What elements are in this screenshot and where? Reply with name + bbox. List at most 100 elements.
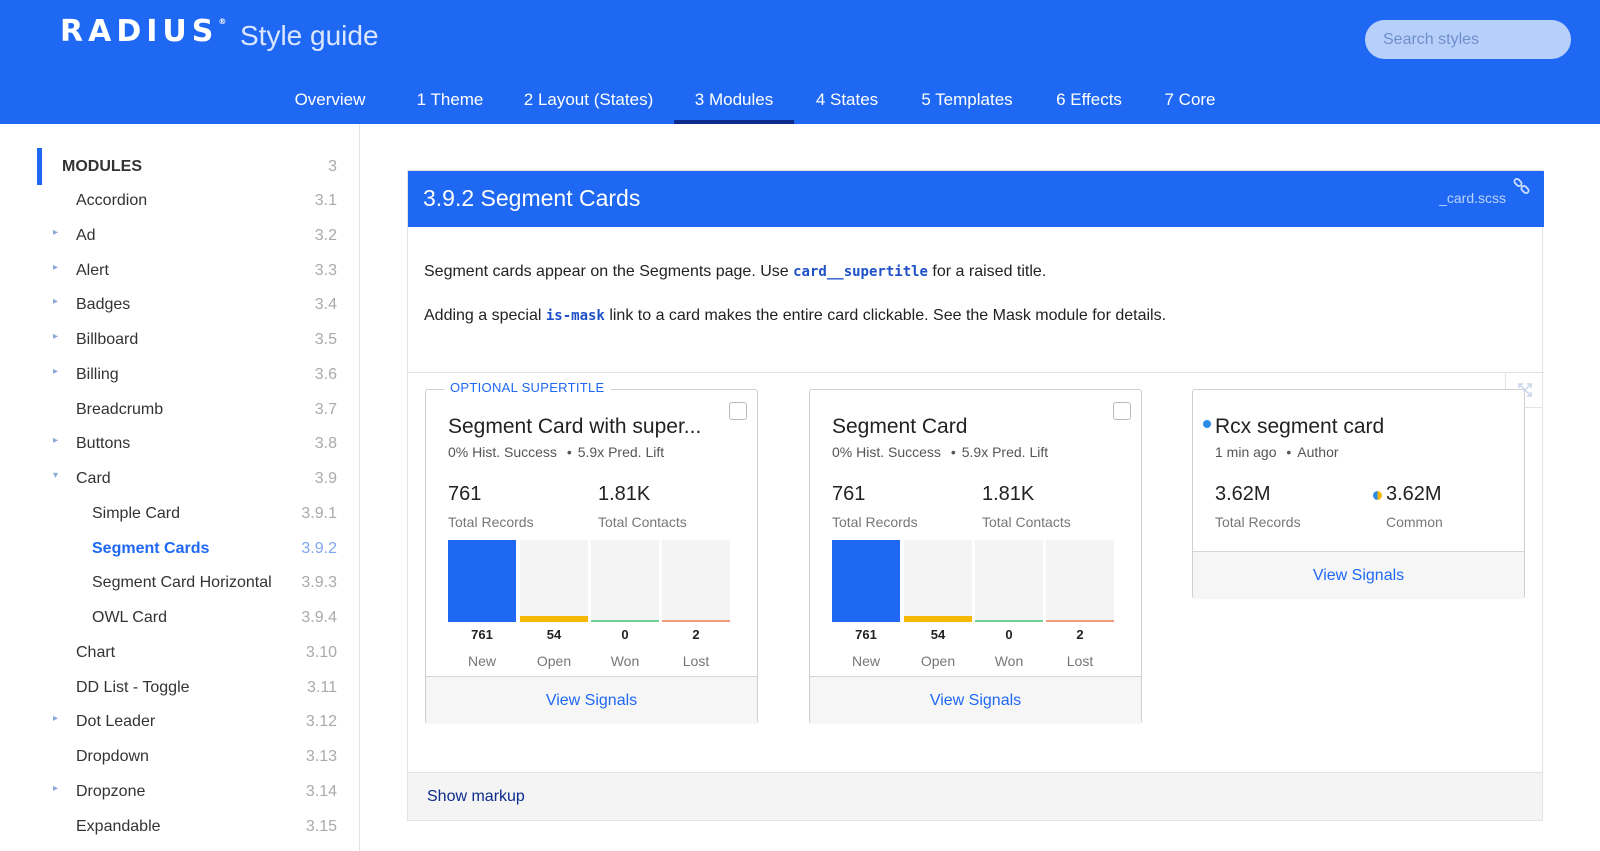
divider [408,372,1544,373]
sidebar-item-label: Segment Cards [92,539,210,557]
sidebar-item-badges[interactable]: ▸ Badges 3.4 [37,288,337,322]
sidebar-item-breadcrumb[interactable]: Breadcrumb 3.7 [37,393,337,427]
checkbox-icon[interactable] [1113,402,1131,420]
tab-overview[interactable]: Overview [281,80,379,124]
bar-track-new [832,540,900,622]
bullet-separator: • [950,444,956,460]
desc1-text-end: for a raised title. [927,263,1047,280]
segment-card-with-supertitle[interactable]: OPTIONAL SUPERTITLE Segment Card with su… [425,380,758,724]
sidebar-item-label: DD List - Toggle [76,678,190,696]
metric-value-records: 761 [448,483,482,505]
segment-cards-section: 3.9.2 Segment Cards _card.scss Segment c… [407,170,1544,821]
header: RADIUS® Style guide Overview 1 Theme 2 L… [0,0,1600,124]
sidebar-item-dot-leader[interactable]: ▸ Dot Leader 3.12 [37,705,337,739]
chevron-right-icon[interactable]: ▸ [53,262,58,273]
radius-logo[interactable]: RADIUS® [60,14,226,49]
bar-value-open: 54 [930,627,946,642]
sidebar-item-segment-cards[interactable]: Segment Cards 3.9.2 [37,532,337,566]
sidebar-item-label: Chart [76,643,116,661]
bar-label-lost: Lost [682,653,710,669]
view-signals-button[interactable]: View Signals [426,676,757,724]
bar-label-won: Won [994,653,1024,669]
card-subtitle: 0% Hist. Success • 5.9x Pred. Lift [448,444,664,460]
view-signals-button[interactable]: View Signals [1193,551,1524,599]
sidebar-item-number: 3.1 [314,192,337,209]
sidebar-item-number: 3.9.3 [301,574,337,592]
sidebar-item-expandable[interactable]: Expandable 3.15 [37,810,337,844]
sidebar-item-card[interactable]: ▾ Card 3.9 [37,462,337,496]
sidebar-item-label: Buttons [76,435,131,453]
sidebar-item-dropdown[interactable]: Dropdown 3.13 [37,740,337,774]
sidebar-item-dd-list-toggle[interactable]: DD List - Toggle 3.11 [37,671,337,705]
bar-value-lost: 2 [692,627,700,642]
search-input[interactable] [1365,20,1571,59]
bar-value-won: 0 [621,627,629,642]
sidebar-item-number: 3.9.2 [301,539,337,557]
bar-label-new: New [467,653,496,669]
tab-layout-states[interactable]: 2 Layout (States) [514,80,663,124]
hist-success: 0% Hist. Success [832,444,941,460]
tab-core[interactable]: 7 Core [1157,80,1223,124]
metric-value-contacts: 1.81K [598,483,651,505]
segment-card[interactable]: Segment Card 0% Hist. Success • 5.9x Pred… [809,389,1142,724]
sidebar-heading-modules[interactable]: MODULES 3 [37,150,337,184]
sidebar-item-buttons[interactable]: ▸ Buttons 3.8 [37,427,337,461]
bar-track-lost [662,540,730,622]
metric-value-records: 761 [832,483,866,505]
sidebar-item-owl-card[interactable]: OWL Card 3.9.4 [37,601,337,635]
view-signals-button[interactable]: View Signals [810,676,1141,724]
card-subtitle: 0% Hist. Success • 5.9x Pred. Lift [832,444,1048,460]
sidebar-item-number: 3.5 [314,331,337,348]
metric-label-records: Total Records [1215,514,1301,530]
show-markup-bar[interactable]: Show markup [408,772,1542,820]
chevron-right-icon[interactable]: ▸ [53,435,58,446]
chevron-right-icon[interactable]: ▸ [53,783,58,794]
chevron-down-icon[interactable]: ▾ [53,470,58,481]
section-title: 3.9.2 Segment Cards [423,185,641,211]
sidebar-item-alert[interactable]: ▸ Alert 3.3 [37,254,337,288]
tab-states[interactable]: 4 States [806,80,888,124]
sidebar-item-billboard[interactable]: ▸ Billboard 3.5 [37,323,337,357]
sidebar-item-accordion[interactable]: Accordion 3.1 [37,184,337,218]
sidebar-item-ad[interactable]: ▸ Ad 3.2 [37,219,337,253]
tab-theme[interactable]: 1 Theme [403,80,497,124]
chevron-right-icon[interactable]: ▸ [53,331,58,342]
chevron-right-icon[interactable]: ▸ [53,713,58,724]
bar-won [591,620,659,622]
sidebar-item-simple-card[interactable]: Simple Card 3.9.1 [37,497,337,531]
section-file-link[interactable]: _card.scss [1439,190,1506,206]
sidebar-item-segment-card-horizontal[interactable]: Segment Card Horizontal 3.9.3 [37,566,337,600]
sidebar-item-billing[interactable]: ▸ Billing 3.6 [37,358,337,392]
link-icon[interactable] [1512,178,1532,198]
chevron-right-icon[interactable]: ▸ [53,227,58,238]
chevron-right-icon[interactable]: ▸ [53,296,58,307]
code-card-supertitle: card__supertitle [793,264,928,280]
bar-lost [1046,620,1114,622]
sidebar-item-number: 3.8 [314,435,337,453]
bar-track-new [448,540,516,622]
tab-effects[interactable]: 6 Effects [1048,80,1130,124]
sidebar-item-chart[interactable]: Chart 3.10 [37,636,337,670]
sidebar-item-number: 3.4 [314,296,337,314]
sidebar-item-dropzone[interactable]: ▸ Dropzone 3.14 [37,775,337,809]
bar-label-won: Won [610,653,640,669]
tab-templates[interactable]: 5 Templates [912,80,1022,124]
checkbox-icon[interactable] [729,402,747,420]
code-is-mask: is-mask [545,308,605,324]
tab-modules[interactable]: 3 Modules [674,80,794,124]
sidebar-heading-label: MODULES [62,158,142,175]
bar-new [448,540,516,622]
description-line-2: Adding a special is-mask link to a card … [424,307,1166,325]
sidebar-item-label: Dot Leader [76,713,156,731]
sidebar-item-label: Ad [76,226,96,244]
sidebar-item-label: OWL Card [92,609,167,626]
bar-label-open: Open [920,653,956,669]
chevron-right-icon[interactable]: ▸ [53,366,58,377]
rcx-segment-card[interactable]: Rcx segment card 1 min ago • Author 3.62M… [1192,389,1525,599]
pred-lift: 5.9x Pred. Lift [577,444,665,460]
show-markup-link[interactable]: Show markup [427,788,525,806]
time-ago: 1 min ago [1215,444,1277,460]
bar-label-lost: Lost [1066,653,1094,669]
bar-label-new: New [851,653,880,669]
bar-value-won: 0 [1005,627,1013,642]
